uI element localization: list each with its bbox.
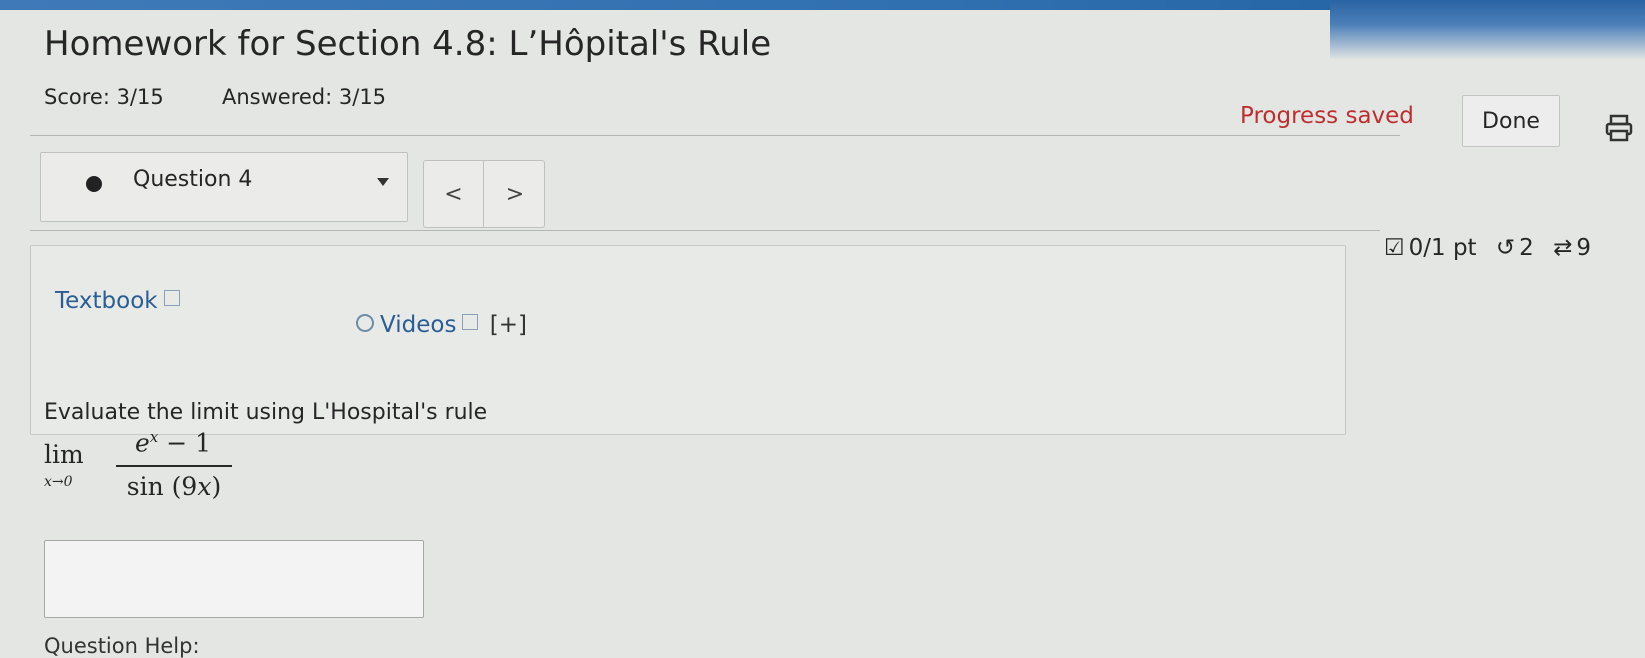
question-help-label: Question Help:	[44, 634, 200, 658]
next-question-button[interactable]: >	[485, 161, 545, 227]
numerator-base: e	[134, 428, 150, 458]
answer-input[interactable]	[44, 540, 424, 618]
problem-prompt: Evaluate the limit using L'Hospital's ru…	[44, 400, 488, 425]
external-link-icon	[462, 314, 479, 330]
fraction-denominator: sin (9x)	[116, 472, 232, 501]
progress-status: Progress saved	[1240, 103, 1414, 129]
fraction-numerator: ex − 1	[116, 428, 230, 457]
previous-question-button[interactable]: <	[424, 161, 484, 227]
denominator-function: sin (9	[126, 472, 198, 501]
retry-icon: ↺	[1495, 235, 1516, 261]
question-nav-group: < >	[423, 160, 545, 228]
done-button[interactable]: Done	[1462, 95, 1560, 147]
header-divider	[30, 135, 1400, 136]
numerator-exponent: x	[149, 428, 159, 446]
paperclip-icon	[352, 310, 378, 336]
question-meta: ☑ 0/1 pt ↺ 2 ⇄ 9	[1384, 235, 1595, 261]
question-status-dot	[86, 176, 102, 192]
nav-divider	[30, 230, 1380, 231]
question-select[interactable]: Question 4	[40, 152, 408, 222]
denominator-variable: x	[197, 472, 212, 501]
answered-label: Answered: 3/15	[222, 85, 387, 109]
videos-link[interactable]: Videos [+]	[352, 310, 527, 338]
attempts-icon: ⇄	[1553, 235, 1573, 261]
attempts-count: 9	[1576, 235, 1592, 261]
numerator-rest: − 1	[158, 428, 211, 458]
videos-label: Videos	[380, 312, 457, 338]
score-label: Score: 3/15	[44, 85, 164, 109]
denominator-close: )	[211, 472, 222, 501]
top-right-accent	[1330, 0, 1645, 60]
videos-expand-toggle[interactable]: [+]	[490, 312, 527, 338]
checkbox-icon: ☑	[1384, 235, 1405, 261]
textbook-link[interactable]: Textbook	[55, 288, 180, 314]
textbook-label: Textbook	[55, 288, 158, 314]
question-select-label: Question 4	[133, 167, 253, 192]
fraction-bar	[116, 465, 232, 467]
limit-operator: lim	[44, 440, 84, 469]
retries-count: 2	[1519, 235, 1534, 261]
limit-subscript: x→0	[44, 474, 73, 490]
print-icon[interactable]	[1604, 113, 1634, 143]
external-link-icon	[163, 290, 180, 306]
points-label: 0/1 pt	[1408, 235, 1477, 261]
chevron-down-icon	[377, 178, 389, 186]
page-title: Homework for Section 4.8: L’Hôpital's Ru…	[44, 24, 772, 64]
